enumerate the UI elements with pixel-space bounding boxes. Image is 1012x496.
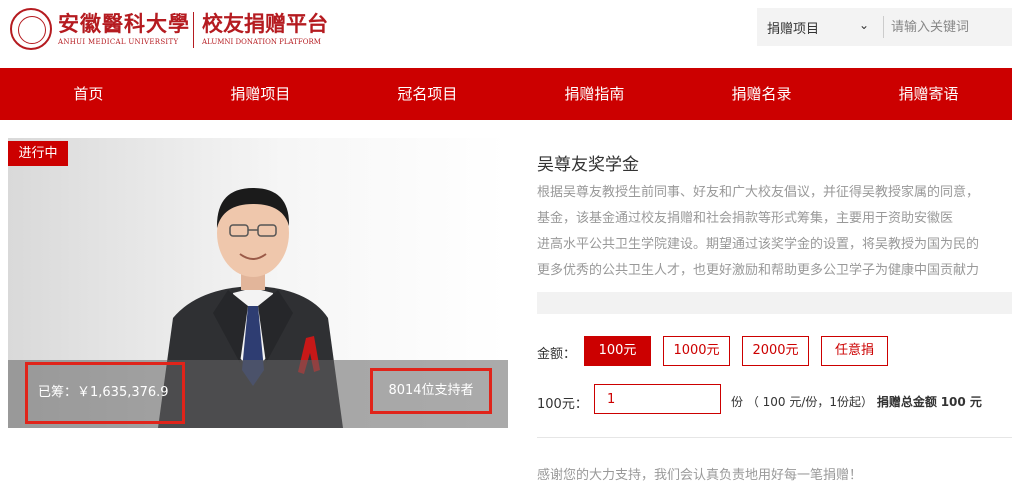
total-label: 捐赠总金额 (876, 395, 937, 409)
section-divider (537, 437, 1012, 438)
description-line: 进高水平公共卫生学院建设。期望通过该奖学金的设置，将吴教授为国为民的 (537, 237, 980, 252)
university-seal-icon (10, 8, 52, 50)
nav-donation-guide[interactable]: 捐赠指南 (511, 68, 678, 120)
supporter-count: 8014位支持者 (370, 368, 492, 414)
logo-chinese-name: 安徽醫科大學 (58, 11, 190, 36)
project-description: 根据吴尊友教授生前同事、好友和广大校友倡议，并征得吴教授家属的同意， 基金，该基… (537, 180, 1012, 284)
search-input[interactable] (891, 17, 1009, 37)
unit-text: 份 （ 100 元/份，1份起） (731, 395, 874, 409)
amount-option-2000[interactable]: 2000元 (742, 336, 809, 366)
platform-chinese-name: 校友捐赠平台 (202, 11, 328, 36)
search-box: 捐赠项目 ⌄ (757, 8, 1012, 46)
amount-option-100[interactable]: 100元 (584, 336, 651, 366)
amount-option-custom[interactable]: 任意捐 (821, 336, 888, 366)
nav-donation-messages[interactable]: 捐赠寄语 (845, 68, 1012, 120)
nav-donation-projects[interactable]: 捐赠项目 (177, 68, 344, 120)
chevron-down-icon[interactable]: ⌄ (859, 18, 869, 32)
site-header: 安徽醫科大學 ANHUI MEDICAL UNIVERSITY 校友捐赠平台 A… (0, 0, 1012, 68)
quantity-input[interactable] (594, 384, 721, 414)
nav-home[interactable]: 首页 (0, 68, 177, 120)
amount-label: 金额： (537, 347, 577, 362)
raised-amount: 已筹：￥1,635,376.9 (25, 362, 185, 424)
status-badge: 进行中 (8, 141, 68, 166)
nav-donor-list[interactable]: 捐赠名录 (678, 68, 845, 120)
progress-strip (537, 292, 1012, 314)
nav-named-projects[interactable]: 冠名项目 (344, 68, 511, 120)
quantity-label: 100元： (537, 397, 588, 412)
platform-english-name: ALUMNI DONATION PLATFORM (202, 38, 321, 46)
main-nav: 首页 捐赠项目 冠名项目 捐赠指南 捐赠名录 捐赠寄语 (0, 68, 1012, 120)
description-line: 基金，该基金通过校友捐赠和社会捐款等形式筹集，主要用于资助安徽医 (537, 211, 954, 226)
description-line: 更多优秀的公共卫生人才，也更好激励和帮助更多公卫学子为健康中国贡献力 (537, 263, 980, 278)
search-category-select[interactable]: 捐赠项目 (767, 18, 819, 37)
project-title: 吴尊友奖学金 (537, 155, 639, 175)
logo-english-name: ANHUI MEDICAL UNIVERSITY (58, 38, 179, 46)
logo-divider (193, 12, 194, 48)
search-divider (883, 16, 884, 38)
quantity-unit-text: 份 （ 100 元/份，1份起） 捐赠总金额 100 元 (731, 393, 982, 410)
total-amount: 100 元 (940, 395, 982, 409)
university-logo[interactable]: 安徽醫科大學 ANHUI MEDICAL UNIVERSITY 校友捐赠平台 A… (10, 8, 340, 54)
project-hero-image: 进行中 已筹：￥1,635,376.9 8014位支持者 (8, 138, 508, 428)
description-line: 根据吴尊友教授生前同事、好友和广大校友倡议，并征得吴教授家属的同意， (537, 185, 980, 200)
thank-you-note: 感谢您的大力支持，我们会认真负责地用好每一笔捐赠！ (537, 468, 863, 483)
amount-option-1000[interactable]: 1000元 (663, 336, 730, 366)
